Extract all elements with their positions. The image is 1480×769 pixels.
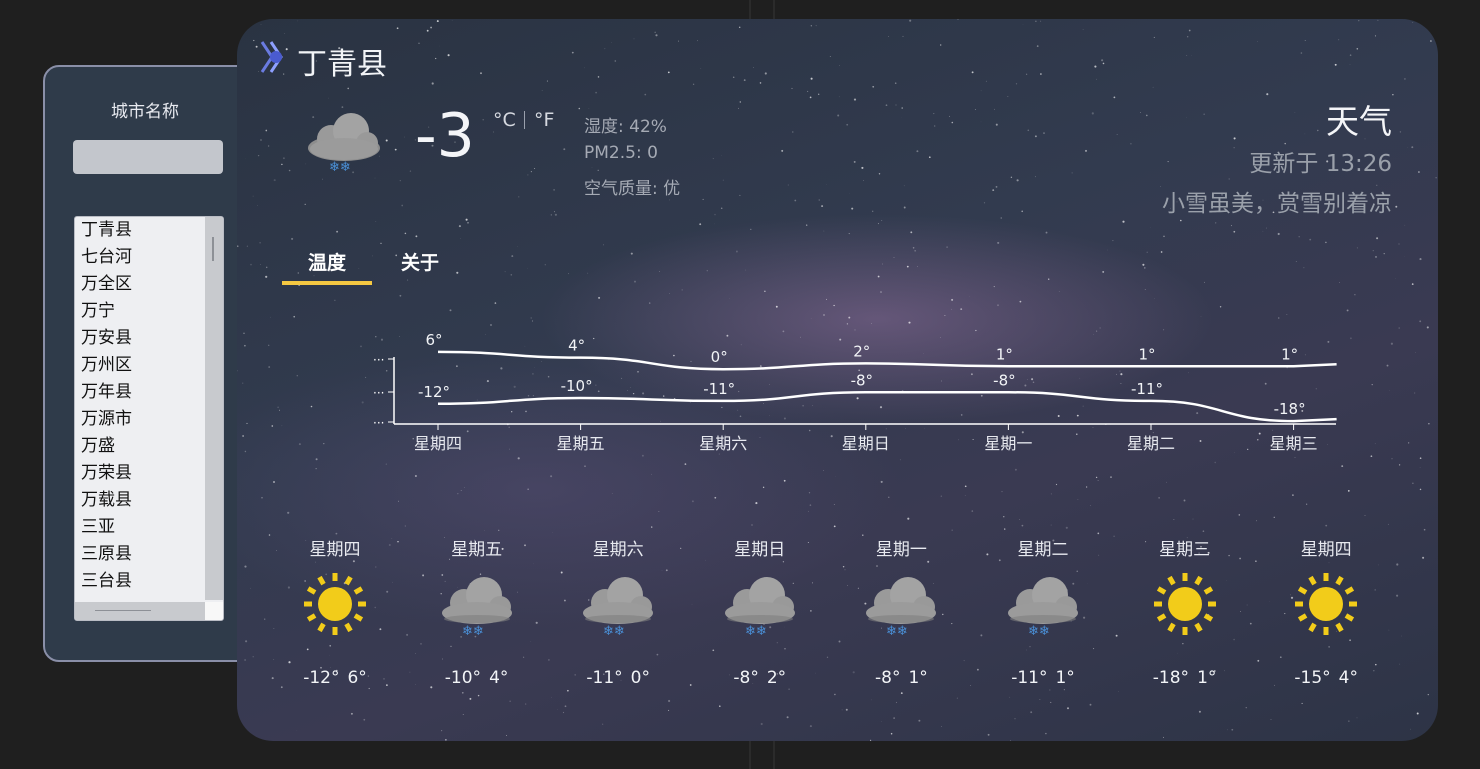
sun-icon bbox=[1150, 569, 1220, 643]
snow-cloud-icon: ❄❄ bbox=[434, 567, 520, 643]
forecast-high: 4° bbox=[489, 668, 509, 688]
scrollbar-corner bbox=[205, 602, 223, 620]
forecast-day-label: 星期日 bbox=[734, 540, 786, 560]
data-label: -12° bbox=[418, 383, 450, 401]
data-label: 4° bbox=[568, 337, 585, 355]
data-label: 1° bbox=[996, 345, 1013, 363]
forecast-high: 0° bbox=[630, 668, 650, 688]
city-list-item[interactable]: 万宁 bbox=[75, 298, 203, 325]
city-list-item[interactable]: 万全区 bbox=[75, 271, 203, 298]
city-list-item[interactable]: 七台河 bbox=[75, 244, 203, 271]
forecast-temperature-range: -11° 1° bbox=[983, 668, 1103, 688]
weather-card: 丁青县 ❄❄ -3 °C °F 湿度: 42% PM2.5: 0 空气质量: 优… bbox=[237, 19, 1438, 741]
forecast-low: -15° bbox=[1294, 668, 1331, 688]
data-label: 1° bbox=[1281, 345, 1298, 363]
forecast-high: 1° bbox=[1055, 668, 1075, 688]
city-list[interactable]: 丁青县 七台河 万全区 万宁 万安县 万州区 万年县 万源市 万盛 万荣县 万载县 三亚 三原县 三台县 bbox=[75, 217, 203, 600]
city-list-item[interactable]: 万州区 bbox=[75, 352, 203, 379]
x-tick-label: 星期六 bbox=[699, 434, 747, 453]
data-label: -8° bbox=[851, 371, 873, 389]
data-label: 2° bbox=[853, 342, 870, 360]
svg-text:❄❄: ❄❄ bbox=[1028, 624, 1050, 639]
x-tick-label: 星期一 bbox=[984, 434, 1032, 453]
forecast-low: -8° bbox=[875, 668, 901, 688]
forecast-day-label: 星期二 bbox=[1017, 540, 1069, 560]
x-tick-label: 星期四 bbox=[414, 434, 462, 453]
temperature-chart: ··· ··· ··· 星期四 星期五 星期六 星期日 星期一 星期二 星期三 6° 4° 0° 2° 1°… bbox=[373, 331, 1337, 453]
x-tick-label: 星期二 bbox=[1127, 434, 1175, 453]
forecast-temperature-range: -12° 6° bbox=[275, 668, 395, 688]
data-label: 1° bbox=[1138, 345, 1155, 363]
city-list-item[interactable]: 万荣县 bbox=[75, 460, 203, 487]
data-label: -11° bbox=[1131, 380, 1163, 398]
forecast-temperature-range: -10° 4° bbox=[417, 668, 537, 688]
forecast-low: -12° bbox=[303, 668, 340, 688]
city-list-item[interactable]: 丁青县 bbox=[75, 217, 203, 244]
svg-text:❄❄: ❄❄ bbox=[603, 624, 625, 639]
city-list-item[interactable]: 万源市 bbox=[75, 406, 203, 433]
forecast-high: 6° bbox=[347, 668, 367, 688]
forecast-temperature-range: -18° 1° bbox=[1125, 668, 1245, 688]
city-list-item[interactable]: 万安县 bbox=[75, 325, 203, 352]
city-list-item[interactable]: 三台县 bbox=[75, 568, 203, 595]
forecast-high: 2° bbox=[766, 668, 787, 688]
sun-icon bbox=[300, 569, 370, 643]
forecast-day-label: 星期五 bbox=[451, 540, 503, 560]
snow-cloud-icon: ❄❄ bbox=[858, 567, 944, 643]
forecast-low: -18° bbox=[1152, 668, 1190, 688]
city-list-item[interactable]: 三亚 bbox=[75, 514, 203, 541]
data-label: -18° bbox=[1274, 400, 1306, 418]
sun-icon bbox=[1291, 569, 1361, 643]
svg-text:❄❄: ❄❄ bbox=[886, 624, 908, 639]
data-label: -11° bbox=[703, 380, 735, 398]
data-label: 6° bbox=[425, 331, 442, 349]
forecast-temperature-range: -11° 0° bbox=[558, 668, 678, 688]
svg-text:❄❄: ❄❄ bbox=[745, 624, 767, 639]
forecast-temperature-range: -8° 1° bbox=[841, 668, 961, 688]
data-label: 0° bbox=[711, 348, 728, 366]
sidebar-title: 城市名称 bbox=[111, 102, 179, 122]
x-tick-label: 星期五 bbox=[557, 434, 605, 453]
forecast-low: -10° bbox=[444, 668, 482, 688]
x-tick-label: 星期日 bbox=[842, 434, 890, 453]
city-list-item[interactable]: 三原县 bbox=[75, 541, 203, 568]
forecast-temperature-range: -8° 2° bbox=[700, 668, 820, 688]
scroll-thumb[interactable] bbox=[212, 237, 214, 261]
x-tick-label: 星期三 bbox=[1270, 434, 1318, 453]
city-listbox[interactable]: 丁青县 七台河 万全区 万宁 万安县 万州区 万年县 万源市 万盛 万荣县 万载县 三亚 三原县 三台县 bbox=[74, 216, 224, 621]
forecast-low: -8° bbox=[733, 668, 759, 688]
y-tick-label: ··· bbox=[373, 386, 384, 400]
svg-text:❄❄: ❄❄ bbox=[462, 624, 484, 639]
vertical-scrollbar[interactable] bbox=[205, 217, 223, 600]
forecast-day-label: 星期一 bbox=[875, 540, 927, 560]
scroll-thumb[interactable] bbox=[95, 610, 151, 611]
forecast-day-label: 星期三 bbox=[1159, 540, 1211, 560]
forecast-high: 1° bbox=[908, 668, 928, 688]
forecast-high: 4° bbox=[1338, 668, 1358, 688]
forecast-high: 1° bbox=[1197, 668, 1217, 688]
y-tick-label: ··· bbox=[373, 416, 384, 430]
forecast-day-label: 星期六 bbox=[592, 540, 644, 560]
city-list-item[interactable]: 万载县 bbox=[75, 487, 203, 514]
forecast-day-label: 星期四 bbox=[309, 540, 361, 560]
city-list-item[interactable]: 万盛 bbox=[75, 433, 203, 460]
city-list-item[interactable]: 万年县 bbox=[75, 379, 203, 406]
horizontal-scrollbar[interactable] bbox=[75, 602, 205, 620]
snow-cloud-icon: ❄❄ bbox=[1000, 567, 1086, 643]
snow-cloud-icon: ❄❄ bbox=[575, 567, 661, 643]
forecast-temperature-range: -15° 4° bbox=[1266, 668, 1386, 688]
temperature-series-line bbox=[437, 391, 1337, 423]
snow-cloud-icon: ❄❄ bbox=[717, 567, 803, 643]
forecast-low: -11° bbox=[1011, 668, 1048, 688]
data-label: -8° bbox=[993, 371, 1015, 389]
forecast-day-label: 星期四 bbox=[1300, 540, 1352, 560]
city-search-input[interactable] bbox=[73, 140, 223, 174]
y-tick-label: ··· bbox=[373, 353, 384, 367]
data-label: -10° bbox=[561, 377, 593, 395]
forecast-low: -11° bbox=[586, 668, 623, 688]
